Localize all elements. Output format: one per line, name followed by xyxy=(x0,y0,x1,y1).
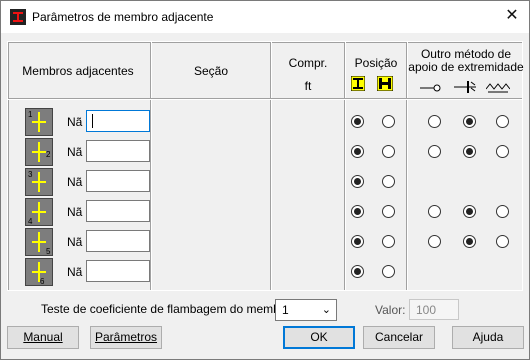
close-icon[interactable]: ✕ xyxy=(501,5,523,27)
window-title: Parâmetros de membro adjacente xyxy=(32,10,214,24)
parametros-button-label: Parâmetros xyxy=(94,330,158,344)
member-row: 6 Nã xyxy=(25,258,155,286)
spring-support-icon xyxy=(486,83,510,93)
valor-input: 100 xyxy=(409,299,459,320)
buckling-label: Teste de coeficiente de flambagem do mem… xyxy=(41,302,294,316)
member-number: 6 xyxy=(40,277,45,286)
member-diagram-icon[interactable]: 6 xyxy=(25,258,53,286)
position-radio[interactable] xyxy=(382,145,395,158)
header-section: Seção xyxy=(193,64,229,78)
member-diagram-icon[interactable]: 2 xyxy=(25,138,53,166)
member-number: 4 xyxy=(28,217,33,226)
header-position: Posição xyxy=(354,56,398,70)
position-radio[interactable] xyxy=(382,265,395,278)
support-radio[interactable] xyxy=(428,205,441,218)
valor-label: Valor: xyxy=(375,303,406,317)
parametros-button[interactable]: Parâmetros xyxy=(90,326,162,349)
support-radio[interactable] xyxy=(463,205,476,218)
support-radio[interactable] xyxy=(496,235,509,248)
position-radio[interactable] xyxy=(382,205,395,218)
ajuda-button-label: Ajuda xyxy=(472,330,504,344)
text-caret xyxy=(92,114,93,128)
member-input[interactable] xyxy=(86,230,150,252)
buckling-select[interactable]: 1 ⌄ xyxy=(275,299,337,321)
member-number: 1 xyxy=(28,110,33,119)
header-divider xyxy=(8,98,522,100)
member-row: 3 Nã xyxy=(25,168,155,196)
dialog-window: Parâmetros de membro adjacente ✕ Membros… xyxy=(0,0,530,360)
position-radio[interactable] xyxy=(382,115,395,128)
position-radio[interactable] xyxy=(351,205,364,218)
chevron-down-icon: ⌄ xyxy=(321,304,331,316)
member-label: Nã xyxy=(67,175,83,189)
support-radio[interactable] xyxy=(463,115,476,128)
header-length-unit: ft xyxy=(304,79,312,93)
fixed-support-icon xyxy=(454,81,476,93)
header-length: Compr. xyxy=(288,56,328,70)
ok-button-label: OK xyxy=(310,330,328,344)
pin-support-icon xyxy=(420,84,441,92)
support-radio[interactable] xyxy=(463,145,476,158)
member-label: Nã xyxy=(67,115,83,129)
header-support-2: apoio de extremidade xyxy=(408,60,524,74)
member-diagram-icon[interactable]: 5 xyxy=(25,228,53,256)
cancelar-button-label: Cancelar xyxy=(374,330,424,344)
member-row: 4 Nã xyxy=(25,198,155,226)
cancelar-button[interactable]: Cancelar xyxy=(363,326,435,349)
ajuda-button[interactable]: Ajuda xyxy=(452,326,524,349)
member-input[interactable] xyxy=(86,260,150,282)
member-number: 5 xyxy=(46,247,51,256)
support-radio[interactable] xyxy=(428,235,441,248)
member-input[interactable] xyxy=(86,110,150,132)
manual-button[interactable]: Manual xyxy=(7,326,79,349)
column-divider xyxy=(344,42,346,290)
member-row: 1 Nã xyxy=(25,108,155,136)
member-label: Nã xyxy=(67,265,83,279)
position-radio[interactable] xyxy=(382,235,395,248)
member-number: 3 xyxy=(28,170,33,179)
member-row: 2 Nã xyxy=(25,138,155,166)
member-row: 5 Nã xyxy=(25,228,155,256)
support-radio[interactable] xyxy=(496,205,509,218)
position-radio[interactable] xyxy=(351,145,364,158)
support-radio[interactable] xyxy=(496,115,509,128)
h-beam-position-icon xyxy=(377,76,393,91)
support-radio[interactable] xyxy=(463,235,476,248)
member-diagram-icon[interactable]: 4 xyxy=(25,198,53,226)
member-label: Nã xyxy=(67,205,83,219)
header-members: Membros adjacentes xyxy=(22,64,134,78)
buckling-select-value: 1 xyxy=(282,303,289,317)
member-number: 2 xyxy=(46,150,51,159)
header-support-1: Outro método de xyxy=(420,47,512,61)
position-radio[interactable] xyxy=(351,265,364,278)
column-divider xyxy=(406,42,408,290)
member-label: Nã xyxy=(67,235,83,249)
member-input[interactable] xyxy=(86,200,150,222)
member-diagram-icon[interactable]: 1 xyxy=(25,108,53,136)
member-label: Nã xyxy=(67,145,83,159)
position-radio[interactable] xyxy=(351,115,364,128)
member-input[interactable] xyxy=(86,140,150,162)
manual-button-label: Manual xyxy=(23,330,63,344)
member-input[interactable] xyxy=(86,170,150,192)
position-radio[interactable] xyxy=(382,175,395,188)
position-radio[interactable] xyxy=(351,235,364,248)
support-radio[interactable] xyxy=(496,145,509,158)
title-bar: Parâmetros de membro adjacente ✕ xyxy=(1,1,529,33)
i-beam-position-icon xyxy=(351,76,365,91)
support-radio[interactable] xyxy=(428,145,441,158)
support-radio[interactable] xyxy=(428,115,441,128)
members-grid: Membros adjacentes Seção Compr. ft Posiç… xyxy=(7,41,524,291)
member-diagram-icon[interactable]: 3 xyxy=(25,168,53,196)
position-radio[interactable] xyxy=(351,175,364,188)
ok-button[interactable]: OK xyxy=(283,326,355,349)
app-icon xyxy=(10,9,26,25)
